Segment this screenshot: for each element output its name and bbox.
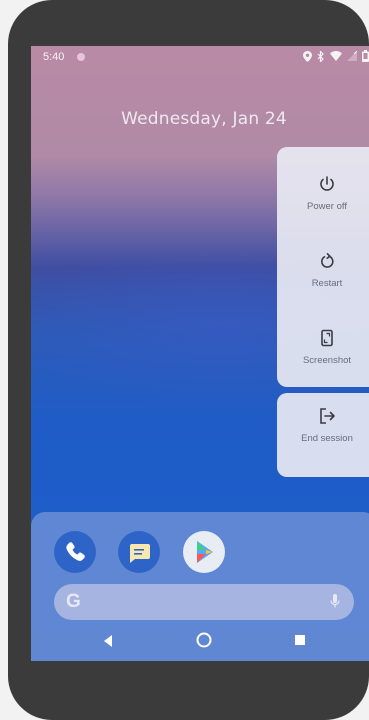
wifi-icon (330, 51, 342, 61)
screenshot-icon (321, 329, 333, 347)
messages-app-icon[interactable] (118, 531, 160, 573)
restart-label: Restart (311, 278, 343, 289)
status-time: 5:40 (43, 51, 65, 63)
power-icon (320, 176, 334, 191)
power-menu-primary-panel: Power off Restart Screenshot (277, 147, 369, 387)
home-icon[interactable] (196, 632, 212, 648)
play-store-app-icon[interactable] (183, 531, 225, 573)
phone-app-icon[interactable] (54, 531, 96, 573)
power-off-label: Power off (307, 201, 347, 212)
restart-icon (321, 253, 334, 268)
play-store-icon (197, 541, 213, 563)
google-search-bar[interactable]: G (54, 584, 354, 620)
restart-button[interactable]: Restart (277, 238, 369, 308)
status-bar: 5:40 (31, 46, 369, 68)
google-logo: G (66, 591, 81, 612)
mic-icon[interactable] (330, 593, 340, 609)
battery-icon (362, 50, 369, 62)
notification-dot-icon (77, 53, 85, 61)
bluetooth-icon (317, 50, 324, 62)
back-icon[interactable] (103, 635, 113, 647)
end-session-button[interactable]: End session (277, 393, 369, 463)
lock-screen-date: Wednesday, Jan 24 (121, 109, 287, 129)
logout-icon (320, 408, 335, 424)
power-menu: Power off Restart Screenshot End session (277, 147, 369, 477)
device-frame: 5:40 Wednesday, Jan 24 Power off Restart… (8, 0, 369, 720)
location-icon (303, 50, 312, 62)
phone-screen: 5:40 Wednesday, Jan 24 Power off Restart… (31, 46, 369, 661)
status-icons (303, 50, 369, 62)
messages-icon (130, 544, 150, 563)
power-off-button[interactable]: Power off (277, 161, 369, 231)
navigation-bar (31, 624, 369, 661)
power-menu-session-panel: End session (277, 393, 369, 477)
recent-apps-icon[interactable] (295, 635, 305, 645)
screenshot-label: Screenshot (302, 355, 352, 366)
end-session-label: End session (301, 433, 353, 444)
phone-icon (66, 542, 85, 561)
cell-signal-icon (347, 51, 357, 61)
screenshot-button[interactable]: Screenshot (277, 315, 369, 385)
